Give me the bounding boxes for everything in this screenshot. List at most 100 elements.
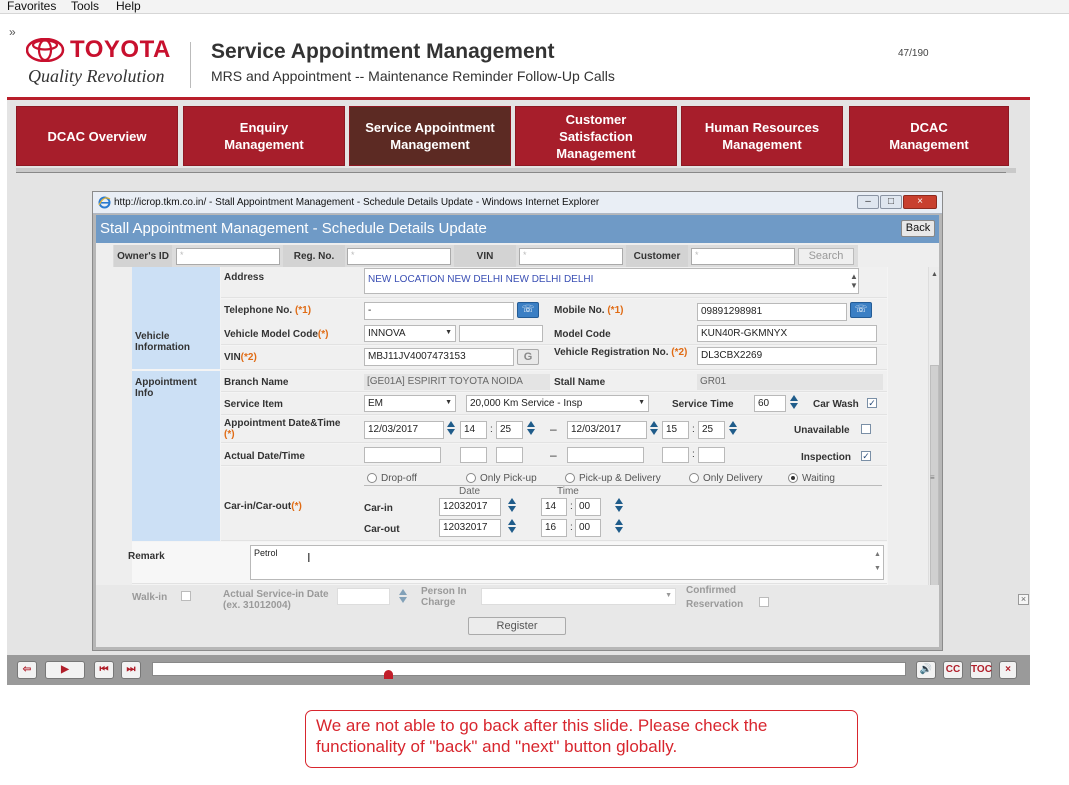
car-in-out-label: Car-in/Car-out(*)	[224, 501, 302, 512]
vin-search-input[interactable]: *	[519, 248, 623, 265]
appt-from-minute[interactable]: 25	[496, 421, 523, 439]
next-icon[interactable]: ⏭	[121, 661, 141, 679]
service-item-desc-select[interactable]: 20,000 Km Service - Insp ▼	[466, 395, 649, 412]
appt-from-time-stepper[interactable]	[527, 420, 535, 438]
nav-enquiry-management[interactable]: Enquiry Management	[183, 106, 345, 166]
appt-from-date[interactable]: 12/03/2017	[364, 421, 444, 439]
vehicle-registration-field[interactable]: DL3CBX2269	[697, 347, 877, 365]
scroll-up-icon[interactable]: ▲	[931, 271, 938, 278]
model-code-select[interactable]: INNOVA ▼	[364, 325, 456, 342]
customer-input[interactable]: *	[691, 248, 795, 265]
car-wash-checkbox[interactable]: ✓	[867, 398, 877, 408]
vin-field[interactable]: MBJ11JV4007473153	[364, 348, 514, 366]
car-in-date-stepper[interactable]	[508, 497, 516, 515]
appt-to-time-stepper[interactable]	[729, 420, 737, 438]
car-in-date[interactable]: 12032017	[439, 498, 501, 516]
car-out-hour[interactable]: 16	[541, 519, 567, 537]
car-out-date-stepper[interactable]	[508, 518, 516, 536]
branch-name-label: Branch Name	[224, 377, 289, 388]
service-time-stepper[interactable]	[790, 394, 798, 412]
close-icon[interactable]: ×	[903, 195, 937, 209]
expand-chevron-icon[interactable]: »	[9, 25, 16, 39]
chevron-down-icon: ▼	[638, 399, 645, 406]
nav-customer-satisfaction-management[interactable]: Customer Satisfaction Management	[515, 106, 677, 166]
remark-field[interactable]: Petrol I	[250, 545, 884, 580]
unavailable-label: Unavailable	[794, 425, 850, 436]
mobile-field[interactable]: 09891298981	[697, 303, 847, 321]
actual-to-hour[interactable]	[662, 447, 689, 463]
playhead[interactable]	[384, 670, 393, 679]
inspection-checkbox[interactable]: ✓	[861, 451, 871, 461]
vehicle-info-section: Vehicle Information	[132, 323, 220, 369]
actual-service-in-field[interactable]	[337, 588, 390, 605]
exit-icon[interactable]: ⇦	[17, 661, 37, 679]
nav-dcac-management[interactable]: DCAC Management	[849, 106, 1009, 166]
radio-waiting[interactable]	[788, 473, 798, 483]
actual-from-date[interactable]	[364, 447, 441, 463]
radio-drop-off[interactable]	[367, 473, 377, 483]
car-out-time-stepper[interactable]	[615, 518, 623, 536]
appt-from-date-stepper[interactable]	[447, 420, 455, 438]
remark-scroll-icon[interactable]: ▲ ▼	[874, 548, 881, 576]
mobile-call-icon[interactable]: ☏	[850, 302, 872, 318]
minimize-icon[interactable]: –	[857, 195, 879, 209]
screen: Favorites Tools Help » TOYOTA Quality Re…	[0, 0, 1069, 785]
nav-service-appointment-management[interactable]: Service Appointment Management	[349, 106, 511, 166]
appt-from-hour[interactable]: 14	[460, 421, 487, 439]
radio-pick-up-delivery[interactable]	[565, 473, 575, 483]
nav-human-resources-management[interactable]: Human Resources Management	[681, 106, 843, 166]
actual-to-minute[interactable]	[698, 447, 725, 463]
time-colon: :	[692, 424, 695, 435]
actual-from-hour[interactable]	[460, 447, 487, 463]
close-player-icon[interactable]: ×	[999, 661, 1017, 679]
search-button[interactable]: Search	[798, 248, 854, 265]
reg-no-input[interactable]: *	[347, 248, 451, 265]
appt-to-hour[interactable]: 15	[662, 421, 689, 439]
car-in-time-stepper[interactable]	[615, 497, 623, 515]
model-code-extra-input[interactable]	[459, 325, 543, 342]
model-code-field[interactable]: KUN40R-GKMNYX	[697, 325, 877, 342]
address-scroll-icon[interactable]: ▲ ▼	[850, 272, 858, 290]
form-scrollbar[interactable]: ▲ ≡	[928, 267, 939, 625]
phone-call-icon[interactable]: ☏	[517, 302, 539, 318]
menu-tools[interactable]: Tools	[71, 0, 99, 12]
actual-from-minute[interactable]	[496, 447, 523, 463]
actual-to-date[interactable]	[567, 447, 644, 463]
confirmed-reservation-checkbox[interactable]	[759, 597, 769, 607]
play-icon[interactable]: ▶	[45, 661, 85, 679]
nav-dcac-overview[interactable]: DCAC Overview	[16, 106, 178, 166]
volume-icon[interactable]: 🔊	[916, 661, 936, 679]
unavailable-checkbox[interactable]	[861, 424, 871, 434]
appt-to-date-stepper[interactable]	[650, 420, 658, 438]
radio-only-pick-up[interactable]	[466, 473, 476, 483]
previous-icon[interactable]: ⏮	[94, 661, 114, 679]
cc-button[interactable]: CC	[943, 661, 963, 679]
service-item-select[interactable]: EM ▼	[364, 395, 456, 412]
car-in-hour[interactable]: 14	[541, 498, 567, 516]
address-field[interactable]: NEW LOCATION NEW DELHI NEW DELHI DELHI	[364, 268, 859, 294]
car-in-minute[interactable]: 00	[575, 498, 601, 516]
menu-help[interactable]: Help	[116, 0, 141, 12]
person-in-charge-select[interactable]: ▼	[481, 588, 676, 605]
telephone-field[interactable]: -	[364, 302, 514, 320]
car-out-date[interactable]: 12032017	[439, 519, 501, 537]
appt-to-minute[interactable]: 25	[698, 421, 725, 439]
service-time-label: Service Time	[672, 399, 734, 410]
vin-lookup-icon[interactable]: G	[517, 349, 539, 365]
radio-only-delivery[interactable]	[689, 473, 699, 483]
actual-service-in-stepper[interactable]	[399, 588, 407, 606]
maximize-icon[interactable]: □	[880, 195, 902, 209]
appt-to-date[interactable]: 12/03/2017	[567, 421, 647, 439]
car-out-minute[interactable]: 00	[575, 519, 601, 537]
walk-in-checkbox[interactable]	[181, 591, 191, 601]
menu-favorites[interactable]: Favorites	[7, 0, 56, 12]
back-button[interactable]: Back	[901, 220, 935, 237]
progress-bar[interactable]	[152, 662, 906, 676]
toc-button[interactable]: TOC	[970, 661, 992, 679]
panel-close-icon[interactable]: ×	[1018, 594, 1029, 605]
service-time-field[interactable]: 60	[754, 395, 786, 412]
stall-name-value: GR01	[697, 374, 883, 390]
radio-drop-off-label: Drop-off	[381, 473, 417, 484]
register-button[interactable]: Register	[468, 617, 566, 635]
owner-id-input[interactable]: *	[176, 248, 280, 265]
